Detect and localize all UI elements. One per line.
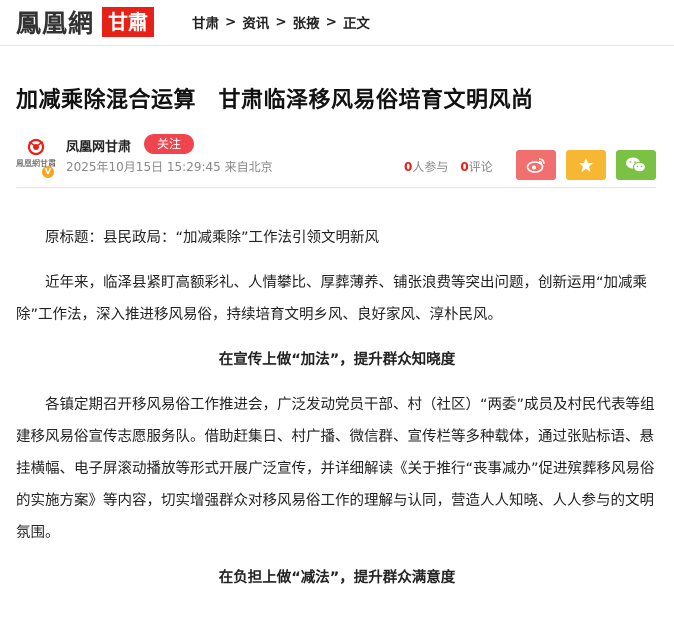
participants-label: 人参与: [412, 160, 449, 174]
top-bar: 鳳凰網 甘肅 甘肃 > 资讯 > 张掖 > 正文: [0, 0, 674, 46]
share-weibo-button[interactable]: [516, 150, 556, 180]
comments-stat[interactable]: 0评论: [460, 158, 492, 175]
wechat-icon: [626, 157, 646, 173]
comments-label: 评论: [468, 160, 493, 174]
verified-icon: V: [42, 166, 54, 178]
source-avatar[interactable]: 鳳凰網甘肅 V: [16, 138, 56, 178]
article-stats: 0人参与 0评论: [404, 158, 493, 175]
publish-timestamp: 2025年10月15日 15:29:45 来自北京: [66, 160, 273, 174]
source-name[interactable]: 凤凰网甘肃: [66, 136, 131, 155]
article-body: 原标题：县民政局：“加减乘除”工作法引领文明新风 近年来，临泽县紧盯高额彩礼、人…: [16, 222, 658, 607]
original-title-paragraph: 原标题：县民政局：“加减乘除”工作法引领文明新风: [45, 230, 380, 246]
favorite-button[interactable]: [566, 150, 606, 180]
breadcrumb-news[interactable]: 资讯: [242, 12, 269, 32]
article-paragraph: 各镇定期召开移风易俗工作推进会，广泛发动党员干部、村（社区）“两委”成员及村民代…: [16, 397, 655, 541]
star-icon: [579, 158, 593, 172]
phoenix-icon: [27, 138, 45, 156]
site-logo[interactable]: 鳳凰網 甘肅: [16, 4, 155, 40]
participants-stat[interactable]: 0人参与: [404, 158, 448, 175]
breadcrumb-separator: >: [225, 14, 237, 30]
follow-button[interactable]: 关注: [144, 134, 194, 154]
comments-count: 0: [460, 160, 469, 174]
region-badge[interactable]: 甘肅: [102, 7, 155, 37]
section-heading: 在负担上做“减法”，提升群众满意度: [218, 570, 456, 586]
article-meta: 鳳凰網甘肅 V 凤凰网甘肃 关注 2025年10月15日 15:29:45 来自…: [16, 132, 656, 188]
section-heading: 在宣传上做“加法”，提升群众知晓度: [218, 352, 456, 368]
logo-text: 鳳凰網: [16, 9, 95, 38]
weibo-icon: [526, 158, 545, 173]
article-paragraph: 近年来，临泽县紧盯高额彩礼、人情攀比、厚葬薄养、铺张浪费等突出问题，创新运用“加…: [16, 275, 648, 323]
breadcrumb: 甘肃 > 资讯 > 张掖 > 正文: [192, 12, 370, 32]
article-title: 加减乘除混合运算 甘肃临泽移风易俗培育文明风尚: [16, 88, 534, 113]
breadcrumb-separator: >: [275, 14, 287, 30]
breadcrumb-zhangye[interactable]: 张掖: [293, 12, 320, 32]
breadcrumb-gansu[interactable]: 甘肃: [192, 12, 219, 32]
breadcrumb-separator: >: [325, 14, 337, 30]
share-wechat-button[interactable]: [616, 150, 656, 180]
breadcrumb-current: 正文: [342, 16, 370, 32]
